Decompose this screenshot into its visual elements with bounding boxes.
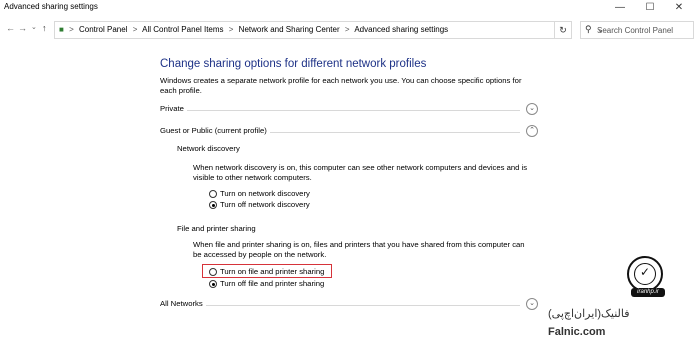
watermark-persian-text: فالنیک(ایران‌اچ‌پی) <box>548 308 630 320</box>
recent-locations-icon[interactable]: ⌄ <box>31 23 37 31</box>
chevron-up-icon[interactable]: ⌃ <box>526 125 538 137</box>
radio-label[interactable]: Turn off network discovery <box>220 200 310 209</box>
maximize-button[interactable]: ☐ <box>635 0 665 15</box>
watermark-logo-icon: ✓ <box>627 256 663 292</box>
network-discovery-description: When network discovery is on, this compu… <box>193 163 528 182</box>
page-title: Change sharing options for different net… <box>160 58 427 70</box>
profile-label: All Networks <box>160 299 206 308</box>
control-panel-icon: ■ <box>59 25 64 34</box>
forward-arrow-icon[interactable]: → <box>18 23 27 33</box>
breadcrumb-separator: > <box>344 25 350 34</box>
up-arrow-icon[interactable]: ↑ <box>42 23 47 33</box>
watermark-brand-text: Falnic.com <box>548 326 606 338</box>
breadcrumb-network-sharing-center[interactable]: Network and Sharing Center <box>239 25 340 34</box>
address-bar-row: ← → ⌄ ↑ ■ > Control Panel > All Control … <box>0 17 694 43</box>
chevron-down-icon[interactable]: ⌄ <box>526 103 538 115</box>
breadcrumb-separator: > <box>132 25 138 34</box>
watermark-badge: iranhp.ir <box>631 288 665 297</box>
highlight-box <box>202 264 332 278</box>
search-icon: ⚲ <box>585 24 592 34</box>
profile-label: Private <box>160 104 187 113</box>
network-discovery-heading: Network discovery <box>177 144 240 153</box>
breadcrumb-control-panel[interactable]: Control Panel <box>79 25 127 34</box>
radio-label[interactable]: Turn off file and printer sharing <box>220 279 324 288</box>
back-arrow-icon[interactable]: ← <box>6 23 15 33</box>
window-title: Advanced sharing settings <box>4 2 98 11</box>
divider <box>160 110 520 111</box>
profile-private[interactable]: Private ⌄ <box>160 103 538 116</box>
file-printer-sharing-description: When file and printer sharing is on, fil… <box>193 240 525 259</box>
divider <box>160 305 520 306</box>
search-input[interactable] <box>597 23 691 37</box>
breadcrumb-separator: > <box>69 25 74 34</box>
address-box[interactable]: ■ > Control Panel > All Control Panel It… <box>54 21 604 39</box>
profile-all-networks[interactable]: All Networks ⌄ <box>160 298 538 311</box>
chevron-down-icon[interactable]: ⌄ <box>526 298 538 310</box>
refresh-button[interactable]: ↻ <box>554 21 572 39</box>
breadcrumb-all-items[interactable]: All Control Panel Items <box>142 25 223 34</box>
title-bar: Advanced sharing settings — ☐ ✕ <box>0 0 694 17</box>
radio-button[interactable] <box>209 190 217 198</box>
main-content: Change sharing options for different net… <box>0 43 694 338</box>
search-box[interactable]: ⚲ <box>580 21 694 39</box>
radio-button[interactable] <box>209 280 217 288</box>
profile-guest-public[interactable]: Guest or Public (current profile) ⌃ <box>160 125 538 138</box>
radio-label[interactable]: Turn on network discovery <box>220 189 310 198</box>
close-button[interactable]: ✕ <box>664 0 694 15</box>
radio-button[interactable] <box>209 201 217 209</box>
breadcrumb-separator: > <box>228 25 234 34</box>
profile-label: Guest or Public (current profile) <box>160 126 270 135</box>
file-printer-sharing-heading: File and printer sharing <box>177 224 256 233</box>
check-icon: ✓ <box>640 265 651 279</box>
page-description: Windows creates a separate network profi… <box>160 76 522 95</box>
minimize-button[interactable]: — <box>605 0 635 15</box>
breadcrumb-advanced-sharing[interactable]: Advanced sharing settings <box>354 25 448 34</box>
breadcrumb: ■ > Control Panel > All Control Panel It… <box>59 25 451 34</box>
